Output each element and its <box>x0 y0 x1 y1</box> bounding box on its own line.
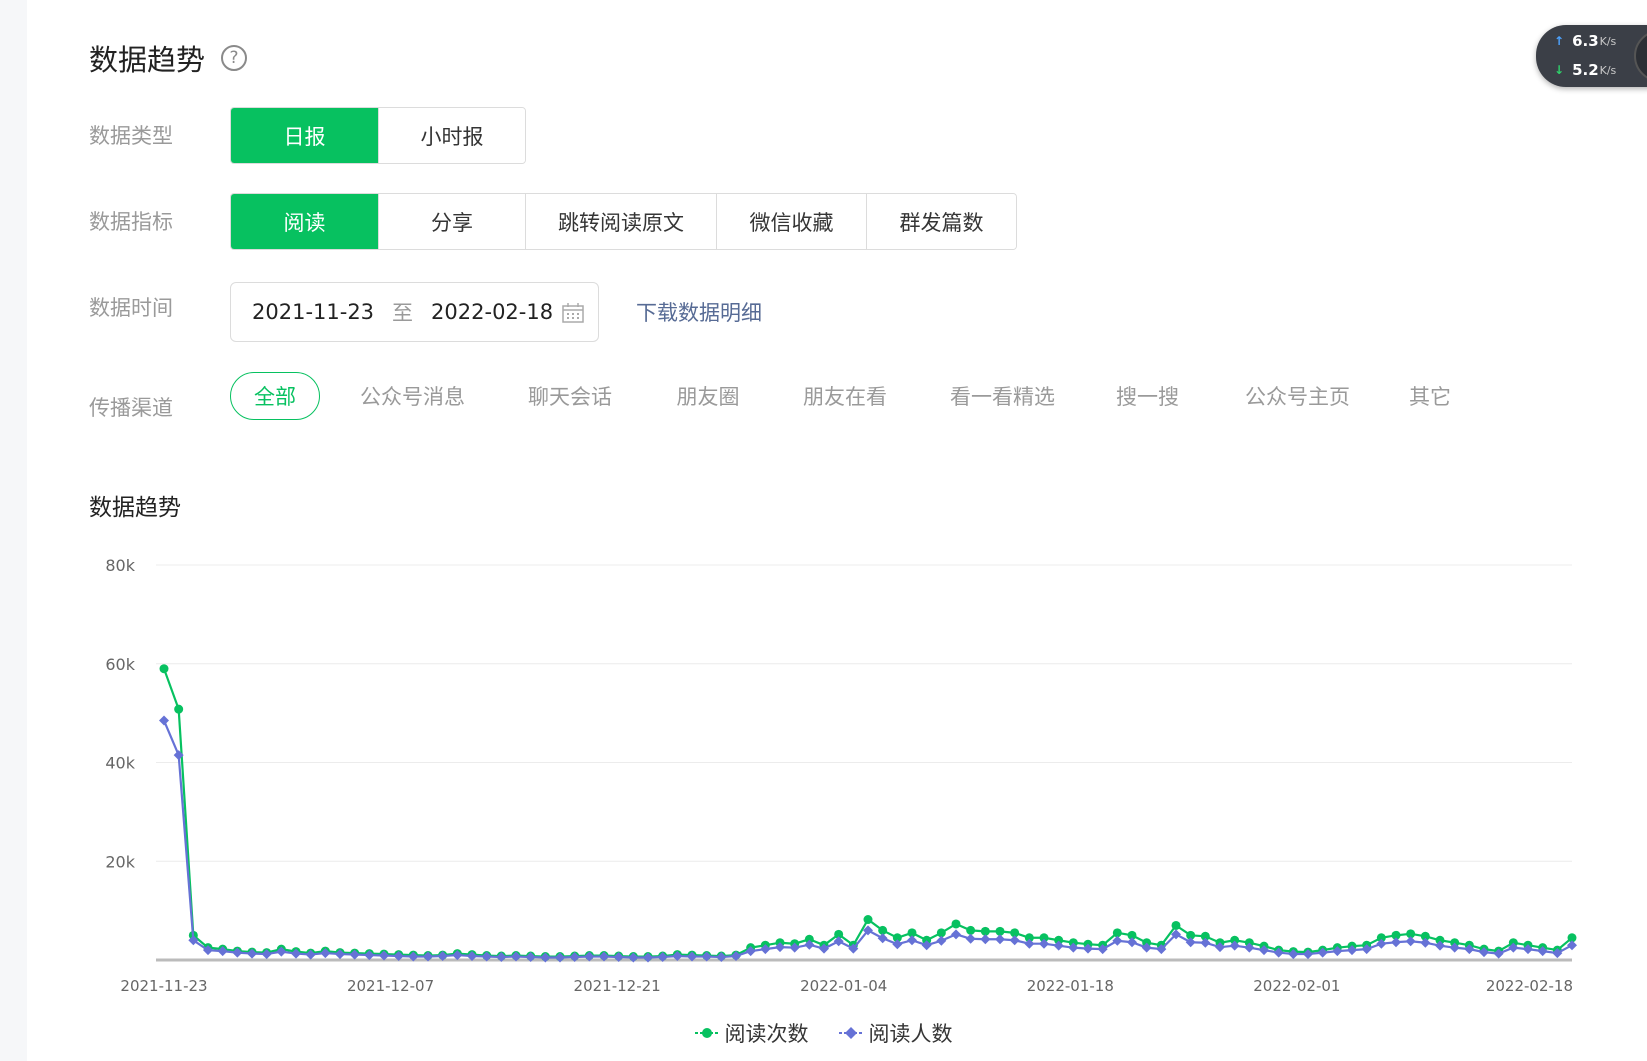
y-tick-label: 60k <box>105 655 135 674</box>
metric-option-read-original[interactable]: 跳转阅读原文 <box>525 194 716 249</box>
data-point-readers <box>1405 936 1416 947</box>
data-type-selector: 日报 小时报 <box>230 107 526 164</box>
channel-option-top-stories[interactable]: 看一看精选 <box>940 372 1065 420</box>
data-point-readers <box>1127 937 1137 948</box>
x-tick-label: 2022-01-04 <box>800 977 887 995</box>
question-circle-icon[interactable]: ? <box>221 45 248 71</box>
data-point-readers <box>159 715 169 726</box>
data-point-reads <box>863 915 873 925</box>
data-type-option-hourly[interactable]: 小时报 <box>378 108 525 163</box>
channel-option-homepage[interactable]: 公众号主页 <box>1235 372 1360 420</box>
channel-option-all[interactable]: 全部 <box>230 372 320 420</box>
data-time-label: 数据时间 <box>89 296 173 320</box>
legend-label-readers: 阅读人数 <box>868 1022 953 1046</box>
download-speed-value: 5.2 <box>1572 61 1599 79</box>
data-point-readers <box>936 935 947 946</box>
series-line-reads <box>162 668 1573 958</box>
data-point-readers <box>1185 937 1196 948</box>
data-point-readers <box>980 934 991 945</box>
data-point-reads <box>951 919 961 929</box>
start-date[interactable]: 2021-11-23 <box>252 300 374 324</box>
data-point-reads <box>159 664 169 674</box>
data-point-readers <box>1009 935 1020 946</box>
data-point-readers <box>995 934 1005 945</box>
legend-label-reads: 阅读次数 <box>724 1022 809 1046</box>
data-point-readers <box>892 939 903 950</box>
data-point-reads <box>174 704 184 714</box>
data-point-readers <box>1200 937 1211 948</box>
data-point-readers <box>951 929 961 940</box>
y-tick-label: 20k <box>105 852 135 871</box>
data-point-readers <box>965 933 976 944</box>
x-tick-label: 2021-12-21 <box>574 977 661 995</box>
data-point-readers <box>1420 937 1431 948</box>
data-type-option-daily[interactable]: 日报 <box>231 108 378 163</box>
metric-option-mass-send-count[interactable]: 群发篇数 <box>866 194 1016 249</box>
x-tick-label: 2022-02-18 <box>1486 977 1573 995</box>
network-speed-widget[interactable]: ↑ 6.3 K/s ↓ 5.2 K/s 5 <box>1536 25 1647 87</box>
download-arrow-icon: ↓ <box>1554 63 1565 77</box>
channel-option-friends-watching[interactable]: 朋友在看 <box>795 372 895 420</box>
legend-item-reads[interactable]: 阅读次数 <box>694 1018 809 1048</box>
channel-option-official-message[interactable]: 公众号消息 <box>355 372 470 420</box>
x-tick-label: 2022-02-01 <box>1253 977 1340 995</box>
page-title: 数据趋势 ? <box>89 37 248 79</box>
metric-option-share[interactable]: 分享 <box>378 194 525 249</box>
data-point-readers <box>1391 937 1401 948</box>
y-tick-label: 80k <box>105 556 135 575</box>
date-range-picker[interactable]: 2021-11-23 至 2022-02-18 <box>230 282 599 342</box>
download-speed: ↓ 5.2 K/s <box>1554 61 1616 79</box>
chart-title: 数据趋势 <box>89 495 181 521</box>
metric-option-read[interactable]: 阅读 <box>231 194 378 249</box>
date-separator: 至 <box>392 301 414 325</box>
legend-item-readers[interactable]: 阅读人数 <box>838 1018 953 1048</box>
calendar-icon[interactable] <box>562 303 584 323</box>
speed-badge: 5 <box>1634 30 1647 82</box>
legend-marker-readers <box>838 1027 863 1039</box>
data-metric-label: 数据指标 <box>89 210 173 234</box>
channel-option-other[interactable]: 其它 <box>1400 372 1460 420</box>
channel-label: 传播渠道 <box>89 396 173 420</box>
data-type-label: 数据类型 <box>89 124 173 148</box>
data-point-reads <box>1171 920 1181 930</box>
data-point-readers <box>1112 935 1123 946</box>
download-detail-link[interactable]: 下载数据明细 <box>636 297 762 327</box>
download-speed-unit: K/s <box>1599 63 1617 77</box>
legend-marker-reads <box>694 1028 719 1038</box>
upload-speed: ↑ 6.3 K/s <box>1554 32 1616 50</box>
end-date[interactable]: 2022-02-18 <box>431 300 553 324</box>
x-tick-label: 2021-11-23 <box>120 977 207 995</box>
x-tick-label: 2021-12-07 <box>347 977 434 995</box>
chart-legend: 阅读次数 阅读人数 <box>0 1018 1647 1048</box>
upload-arrow-icon: ↑ <box>1554 34 1565 48</box>
data-point-readers <box>877 933 888 944</box>
page-title-text: 数据趋势 <box>89 43 206 77</box>
upload-speed-value: 6.3 <box>1572 32 1599 50</box>
channel-option-chat[interactable]: 聊天会话 <box>515 372 625 420</box>
metric-option-wechat-favorite[interactable]: 微信收藏 <box>716 194 866 249</box>
trend-chart: 80k 60k 40k 20k 2021-11-23 2021-12-07 2021-12-… <box>105 556 1577 995</box>
y-tick-label: 40k <box>105 754 135 773</box>
channel-option-moments[interactable]: 朋友圈 <box>668 372 748 420</box>
upload-speed-unit: K/s <box>1599 34 1617 48</box>
x-tick-label: 2022-01-18 <box>1027 977 1114 995</box>
data-point-reads <box>966 925 976 935</box>
data-metric-selector: 阅读 分享 跳转阅读原文 微信收藏 群发篇数 <box>230 193 1017 250</box>
channel-option-search[interactable]: 搜一搜 <box>1105 372 1190 420</box>
data-point-readers <box>907 935 917 946</box>
